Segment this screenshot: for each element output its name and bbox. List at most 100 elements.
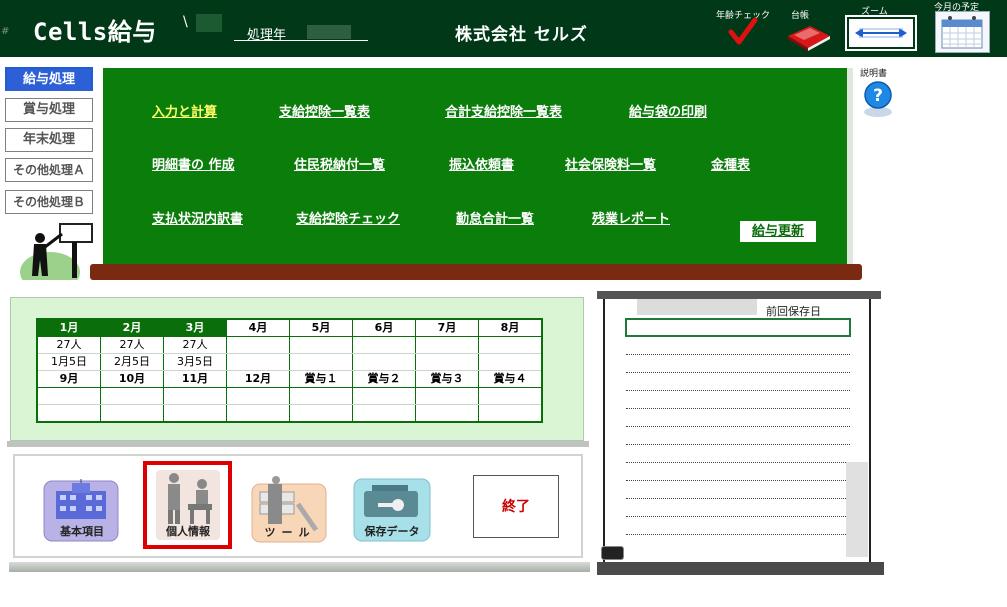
saved-data-label: 保存データ xyxy=(364,525,420,538)
exit-button[interactable]: 終了 xyxy=(473,475,559,538)
tools-button[interactable]: ツール xyxy=(250,474,330,546)
side-menu-payroll[interactable]: 給与処理 xyxy=(5,67,93,91)
bonus-cell[interactable]: 賞与１ xyxy=(289,370,353,388)
memo-line xyxy=(626,408,850,409)
month-cell[interactable]: 11月 xyxy=(163,370,227,388)
link-total-pay-deduct-list[interactable]: 合計支給控除一覧表 xyxy=(445,101,562,120)
manual-label: 説明書 xyxy=(860,69,888,79)
side-menu-other-b[interactable]: その他処理Ｂ xyxy=(5,190,93,214)
saved-data-button[interactable]: 保存データ xyxy=(352,477,432,543)
employee-count xyxy=(352,336,416,354)
ledger-label: 台帳 xyxy=(791,11,810,21)
board-frame-right xyxy=(847,68,853,264)
link-denomination-table[interactable]: 金種表 xyxy=(711,154,750,173)
pay-date: 3月5日 xyxy=(163,353,227,371)
month-cell[interactable]: 4月 xyxy=(226,318,290,337)
link-resident-tax[interactable]: 住民税納付一覧 xyxy=(294,154,385,173)
side-menu-year-end[interactable]: 年末処理 xyxy=(5,128,93,152)
side-menu-payroll-label: 給与処理 xyxy=(7,69,91,91)
month-cell[interactable]: 9月 xyxy=(36,370,101,388)
month-cell[interactable]: 7月 xyxy=(415,318,479,337)
month-cell[interactable]: 12月 xyxy=(226,370,290,388)
memo-line xyxy=(626,390,850,391)
memo-line xyxy=(626,498,850,499)
svg-text:?: ? xyxy=(873,86,883,106)
presenter-illustration xyxy=(20,220,100,292)
memo-line xyxy=(626,462,850,463)
link-pay-deduct-check[interactable]: 支給控除チェック xyxy=(296,208,400,227)
bonus-cell[interactable]: 賞与４ xyxy=(478,370,543,388)
update-payroll-button[interactable]: 給与更新 xyxy=(740,221,816,242)
pay-date xyxy=(415,353,479,371)
hash-mark: # xyxy=(1,26,10,37)
memo-scrollbar[interactable] xyxy=(846,462,868,557)
month-cell[interactable]: 2月 xyxy=(100,318,164,337)
zoom-button[interactable] xyxy=(845,15,917,51)
month-cell[interactable]: 8月 xyxy=(478,318,543,337)
month-cell[interactable]: 5月 xyxy=(289,318,353,337)
pay-date xyxy=(478,353,543,371)
company-name: 株式会社 セルズ xyxy=(455,25,588,45)
link-print-envelope[interactable]: 給与袋の印刷 xyxy=(629,101,707,120)
pay-date xyxy=(226,353,290,371)
link-create-statement[interactable]: 明細書の 作成 xyxy=(152,154,235,173)
zoom-label: ズーム xyxy=(861,7,888,17)
bonus-cell[interactable]: 賞与２ xyxy=(352,370,416,388)
employee-count xyxy=(226,336,290,354)
link-input-calc[interactable]: 入力と計算 xyxy=(152,101,217,120)
memo-line xyxy=(626,426,850,427)
link-attendance-total[interactable]: 勤怠合計一覧 xyxy=(456,208,534,227)
employee-count xyxy=(289,336,353,354)
personal-info-button[interactable]: 個人情報 xyxy=(150,468,226,542)
month-cell[interactable]: 1月 xyxy=(36,318,101,337)
pay-date xyxy=(289,353,353,371)
button-panel-shelf xyxy=(9,562,590,572)
age-check-icon[interactable] xyxy=(728,17,758,47)
pay-date xyxy=(352,353,416,371)
pay-date: 1月5日 xyxy=(36,353,101,371)
month-cell[interactable]: 10月 xyxy=(100,370,164,388)
memo-top-bar xyxy=(597,291,881,299)
employee-count xyxy=(415,336,479,354)
memo-redacted xyxy=(637,299,757,315)
link-social-insurance[interactable]: 社会保険料一覧 xyxy=(565,154,656,173)
employee-count: 27人 xyxy=(100,336,164,354)
month-table: 1月 2月 3月 4月 5月 6月 7月 8月 27人 27人 27人 1月5日… xyxy=(36,318,543,423)
help-icon[interactable]: ? xyxy=(862,80,894,118)
side-menu-other-a[interactable]: その他処理Ａ xyxy=(5,158,93,182)
redacted-field xyxy=(196,14,222,32)
employee-count: 27人 xyxy=(36,336,101,354)
board-shelf xyxy=(90,264,862,280)
memo-line xyxy=(626,444,850,445)
tools-label: ツール xyxy=(264,526,316,539)
user-tick: \ xyxy=(183,14,188,30)
link-pay-deduct-list[interactable]: 支給控除一覧表 xyxy=(279,101,370,120)
link-transfer-request[interactable]: 振込依頼書 xyxy=(449,154,514,173)
last-save-label: 前回保存日 xyxy=(766,305,821,318)
bonus-cell[interactable]: 賞与３ xyxy=(415,370,479,388)
personal-info-label: 個人情報 xyxy=(166,525,210,538)
memo-panel xyxy=(603,299,871,563)
employee-count xyxy=(478,336,543,354)
link-overtime-report[interactable]: 残業レポート xyxy=(592,208,670,227)
memo-line xyxy=(626,354,850,355)
side-menu-bonus[interactable]: 賞与処理 xyxy=(5,98,93,122)
link-payment-breakdown[interactable]: 支払状況内訳書 xyxy=(152,208,243,227)
pay-date: 2月5日 xyxy=(100,353,164,371)
month-panel-shelf xyxy=(7,441,589,447)
memo-bottom-bar xyxy=(597,562,884,575)
memo-line xyxy=(626,480,850,481)
year-underline xyxy=(234,40,368,41)
ledger-book-icon[interactable] xyxy=(786,22,832,52)
memo-handle-icon[interactable] xyxy=(601,546,624,560)
basic-items-button[interactable]: 基本項目 xyxy=(42,477,122,545)
employee-count: 27人 xyxy=(163,336,227,354)
app-title: Cells給与 xyxy=(33,18,157,46)
year-value-redacted xyxy=(307,25,351,39)
month-cell[interactable]: 6月 xyxy=(352,318,416,337)
last-save-input[interactable] xyxy=(625,318,851,337)
calendar-icon[interactable] xyxy=(935,11,990,53)
memo-line xyxy=(626,372,850,373)
memo-line xyxy=(626,516,850,517)
month-cell[interactable]: 3月 xyxy=(163,318,227,337)
